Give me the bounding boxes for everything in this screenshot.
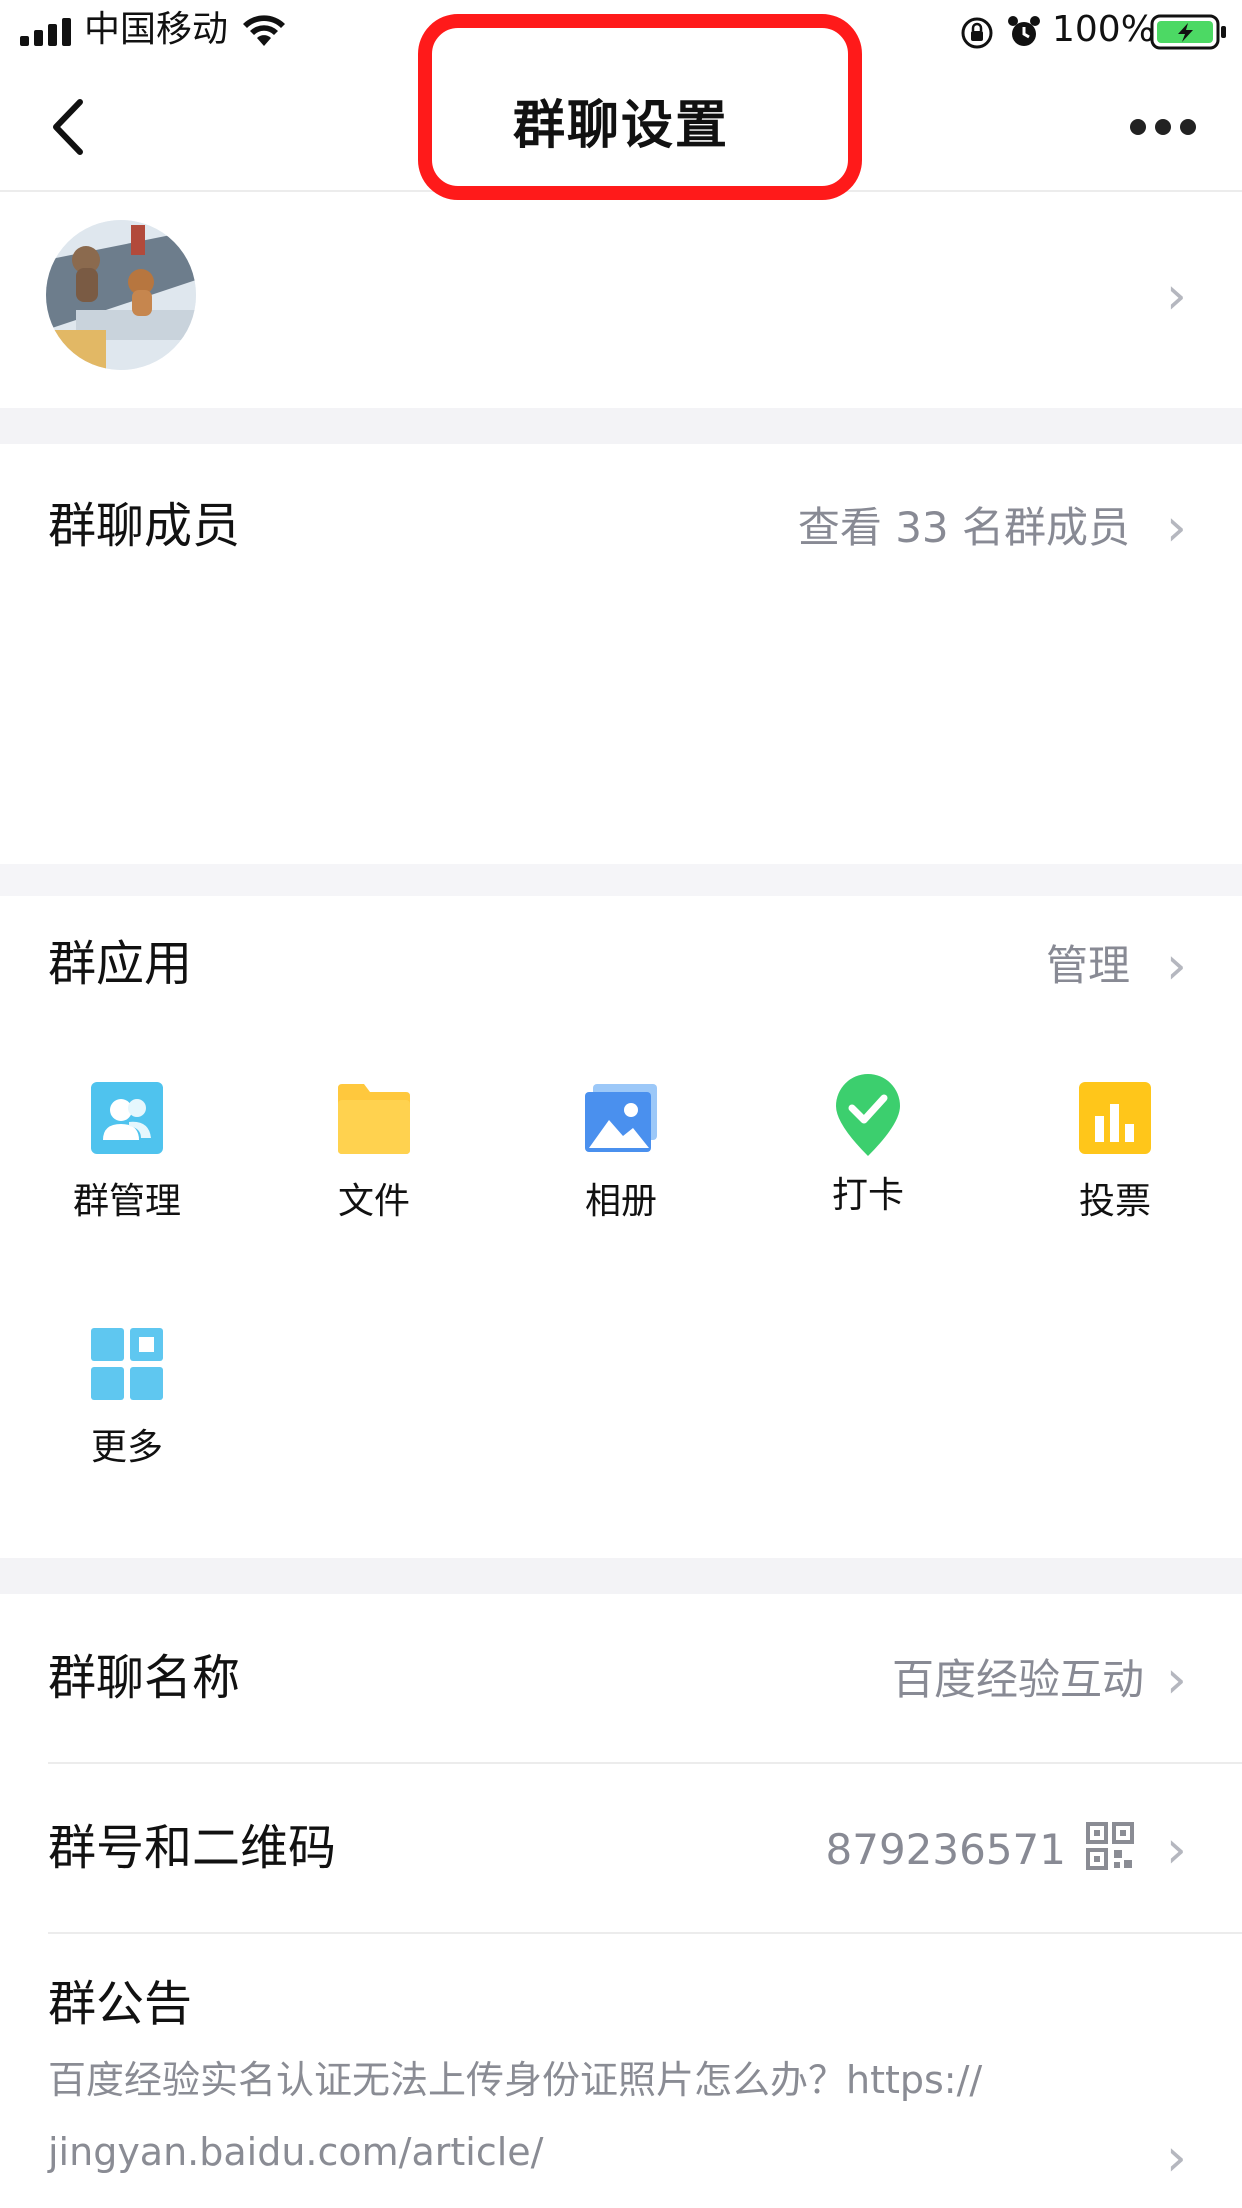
app-vote[interactable]: 投票: [1015, 1080, 1215, 1226]
group-notice-row[interactable]: 群公告 百度经验实名认证无法上传身份证照片怎么办？https:// jingya…: [0, 1934, 1242, 2208]
group-name-row[interactable]: 群聊名称 百度经验互动 ›: [0, 1594, 1242, 1762]
signal-icon: [20, 18, 74, 46]
app-group-manage[interactable]: 群管理: [27, 1080, 227, 1226]
group-notice-label: 群公告: [48, 1976, 193, 2032]
app-album[interactable]: 相册: [521, 1080, 721, 1226]
app-label: 文件: [337, 1181, 410, 1222]
battery-icon: [1150, 14, 1228, 54]
notice-line: jingyan.baidu.com/article/: [48, 2130, 544, 2174]
app-label: 相册: [584, 1181, 657, 1222]
qr-code-icon: [1086, 1822, 1134, 1874]
rotation-lock-icon: [960, 16, 994, 54]
more-apps-icon: [91, 1328, 163, 1400]
members-row[interactable]: 群聊成员 查看 33 名群成员 ›: [0, 444, 1242, 564]
app-label: 打卡: [831, 1175, 904, 1216]
notice-line: 百度经验实名认证无法上传身份证照片怎么办？https://: [48, 2058, 983, 2102]
group-id-row[interactable]: 群号和二维码 879236571 ›: [0, 1764, 1242, 1932]
group-name-label: 群聊名称: [48, 1650, 241, 1706]
ellipsis-icon: [1130, 119, 1196, 135]
view-members-link[interactable]: 查看 33 名群成员: [700, 500, 1130, 556]
group-notice-content: 百度经验实名认证无法上传身份证照片怎么办？https:// jingyan.ba…: [48, 2044, 1178, 2188]
apps-header-row[interactable]: 群应用 管理 ›: [0, 896, 1242, 1036]
chevron-right-icon: ›: [1166, 2128, 1187, 2188]
app-checkin[interactable]: 打卡: [768, 1074, 968, 1220]
app-label: 投票: [1078, 1181, 1151, 1222]
group-avatar: [46, 220, 196, 370]
chevron-right-icon: ›: [1166, 266, 1187, 326]
highlight-annotation: [418, 14, 862, 200]
chevron-right-icon: ›: [1166, 1650, 1187, 1710]
battery-percent: 100%: [1052, 9, 1155, 50]
group-manage-icon: [91, 1082, 163, 1154]
vote-icon: [1079, 1082, 1151, 1154]
chevron-right-icon: ›: [1166, 1820, 1187, 1880]
group-id-value: 879236571: [825, 1825, 1067, 1874]
section-gap: [0, 408, 1242, 444]
app-files[interactable]: 文件: [274, 1080, 474, 1226]
carrier-name: 中国移动: [84, 9, 229, 50]
chevron-right-icon: ›: [1166, 498, 1187, 558]
photo-album-icon: [585, 1084, 657, 1152]
members-label: 群聊成员: [48, 498, 241, 554]
group-id-label: 群号和二维码: [48, 1820, 337, 1876]
section-gap: [0, 1558, 1242, 1594]
app-more[interactable]: 更多: [27, 1326, 227, 1472]
section-gap: [0, 864, 1242, 896]
app-label: 群管理: [72, 1181, 181, 1222]
chevron-right-icon: ›: [1166, 936, 1187, 996]
app-label: 更多: [90, 1427, 163, 1468]
checkin-icon: [836, 1074, 900, 1156]
more-options-button[interactable]: [1128, 112, 1198, 142]
folder-icon: [338, 1084, 410, 1154]
members-avatar-strip: [0, 564, 1242, 864]
group-profile-row[interactable]: ›: [0, 192, 1242, 408]
apps-label: 群应用: [48, 936, 193, 992]
wifi-icon: [240, 12, 288, 52]
group-name-value: 百度经验互动: [891, 1655, 1144, 1704]
manage-link[interactable]: 管理: [900, 938, 1130, 994]
alarm-icon: [1006, 14, 1042, 54]
